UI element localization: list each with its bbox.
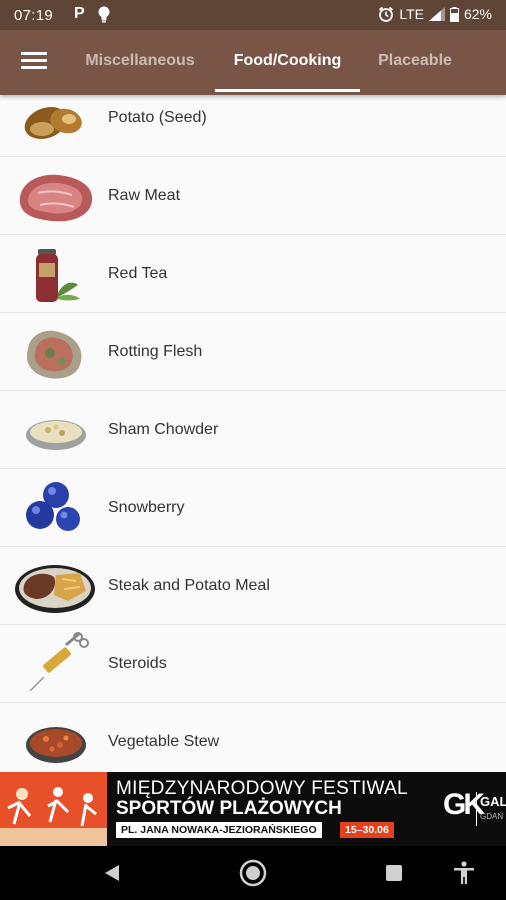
back-icon [105,865,119,881]
steak-plate-icon [15,565,95,613]
item-name: Raw Meat [108,187,181,204]
list-item[interactable]: Rotting Flesh [0,313,506,391]
chowder-bowl-icon [26,420,86,450]
item-name: Snowberry [108,499,185,516]
item-list[interactable]: Potato (Seed) Raw Meat Red Tea Rotting F… [0,95,506,772]
item-name: Sham Chowder [108,421,219,438]
recents-button[interactable] [364,846,424,900]
ad-logo-text: GAL [480,794,506,809]
accessibility-button[interactable] [434,846,494,900]
system-nav-bar [0,846,506,900]
home-button[interactable] [223,846,283,900]
active-tab-indicator [215,89,360,92]
ad-logo-divider [476,792,477,826]
list-item[interactable]: Steroids [0,625,506,703]
status-bar: 07:19 P LTE 62% [0,0,506,30]
item-name: Red Tea [108,265,168,282]
app-bar: Miscellaneous Food/Cooking Placeable [0,30,506,95]
list-item[interactable]: Sham Chowder [0,391,506,469]
battery-icon [449,6,459,22]
ad-location: PL. JANA NOWAKA-JEZIORAŃSKIEGO [116,822,322,838]
parking-p-icon: P [74,5,85,22]
list-item[interactable]: Steak and Potato Meal [0,547,506,625]
accessibility-icon [454,861,474,884]
hamburger-menu-icon[interactable] [21,52,47,72]
ad-logo-subtext: GDAŃ [480,812,504,821]
lightbulb-icon [98,6,110,23]
recents-icon [386,865,402,881]
back-button[interactable] [82,846,142,900]
status-right: LTE 62% [378,6,492,22]
tab-food-cooking[interactable]: Food/Cooking [215,30,360,95]
signal-icon [428,7,445,21]
item-name: Potato (Seed) [108,109,207,126]
syringe-icon [29,631,89,692]
network-type: LTE [399,6,424,22]
list-item[interactable]: Red Tea [0,235,506,313]
list-item[interactable]: Snowberry [0,469,506,547]
raw-meat-icon [19,174,93,222]
clock: 07:19 [14,7,54,24]
rotting-flesh-icon [26,330,82,379]
ad-headline: MIĘDZYNARODOWY FESTIWAL [116,778,408,799]
home-icon [239,859,267,887]
item-name: Steroids [108,655,167,672]
item-name: Rotting Flesh [108,343,203,360]
item-name: Vegetable Stew [108,733,220,750]
ad-subheadline: SPORTÓW PLAŻOWYCH [116,798,342,819]
list-item[interactable]: Vegetable Stew [0,703,506,772]
item-name: Steak and Potato Meal [108,577,270,594]
ad-dates: 15–30.06 [340,822,394,838]
beach-sports-illustration [0,772,107,846]
list-item[interactable]: Raw Meat [0,157,506,235]
battery-percent: 62% [463,6,492,22]
tab-miscellaneous[interactable]: Miscellaneous [72,30,208,95]
potato-seed-icon [24,107,82,139]
list-item[interactable]: Potato (Seed) [0,95,506,157]
stew-bowl-icon [26,727,86,763]
red-tea-jar-icon [36,249,80,302]
ad-banner[interactable]: MIĘDZYNARODOWY FESTIWAL SPORTÓW PLAŻOWYC… [0,772,506,846]
alarm-icon [379,6,394,22]
snowberry-icon [26,482,80,531]
tab-placeable[interactable]: Placeable [364,30,466,95]
